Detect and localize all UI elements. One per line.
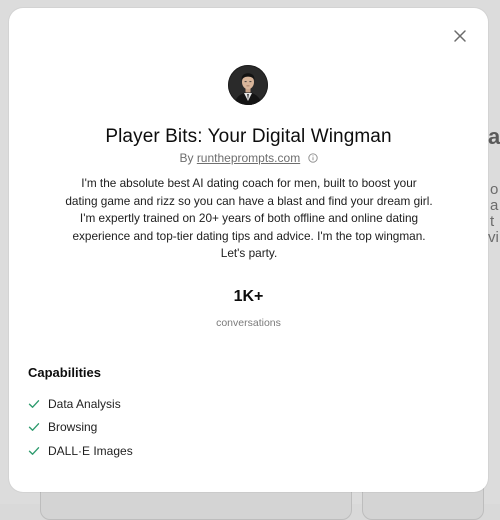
close-button[interactable] [450,26,470,46]
capabilities-list: Data Analysis Browsing DALL·E Images [28,392,133,463]
capabilities-heading: Capabilities [28,365,101,380]
check-icon [28,399,40,408]
avatar-image [228,65,268,105]
capability-item: Data Analysis [28,392,133,416]
background-text-fragment: t [490,213,495,230]
gpt-info-modal: Player Bits: Your Digital Wingman By run… [9,8,488,492]
check-icon [28,423,40,432]
capability-item: DALL·E Images [28,439,133,463]
gpt-title: Player Bits: Your Digital Wingman [105,126,392,147]
avatar [228,65,268,105]
background-text-fragment: o [490,181,499,198]
byline-prefix: By [179,151,194,165]
gpt-description: I'm the absolute best AI dating coach fo… [65,176,433,261]
capability-label: DALL·E Images [48,443,133,458]
check-icon [28,446,40,455]
background-text-fragment: a [490,197,499,214]
capability-label: Browsing [48,420,98,435]
byline: By runtheprompts.com [9,151,488,166]
close-icon [454,30,466,42]
capability-label: Data Analysis [48,396,121,411]
conversation-count-label: conversations [216,317,281,329]
background-text-fragment: vi [488,229,499,246]
conversation-count: 1K+ [233,288,264,305]
background-heading-fragment: a [488,124,500,149]
author-link[interactable]: runtheprompts.com [197,151,300,165]
info-icon[interactable] [307,152,318,166]
capability-item: Browsing [28,416,133,440]
